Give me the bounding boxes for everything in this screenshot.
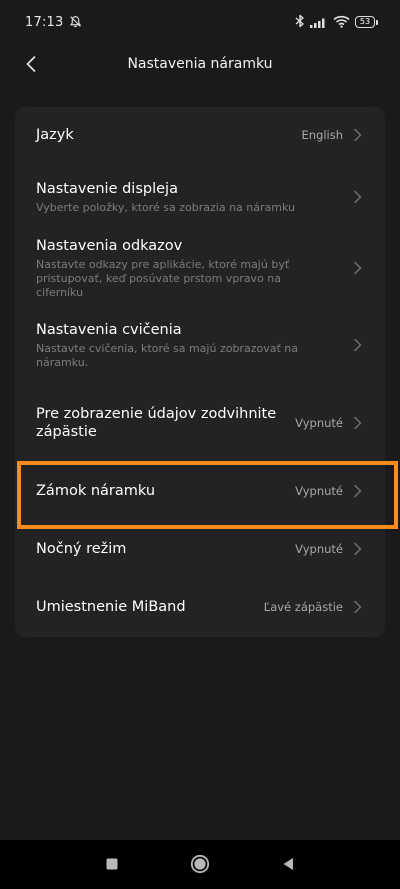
bluetooth-icon: [295, 13, 305, 32]
row-text: Nočný režim: [36, 540, 126, 558]
row-text: Zámok náramku: [36, 482, 155, 500]
row-value: English: [301, 128, 343, 142]
setting-row-night-mode[interactable]: Nočný režim Vypnuté: [15, 521, 385, 577]
row-title: Pre zobrazenie údajov zodvihnite zápästi…: [36, 406, 277, 440]
row-text: Pre zobrazenie údajov zodvihnite zápästi…: [36, 405, 286, 441]
row-subtitle: Nastavte cvičenia, ktoré sa majú zobrazo…: [36, 341, 298, 369]
recents-button[interactable]: [100, 852, 124, 876]
setting-row-lift-wrist[interactable]: Pre zobrazenie údajov zodvihnite zápästi…: [15, 385, 385, 461]
chevron-right-icon: [354, 338, 362, 352]
row-right: [353, 338, 363, 352]
setting-row-band-lock[interactable]: Zámok náramku Vypnuté: [15, 461, 385, 521]
row-text: Jazyk: [36, 126, 74, 144]
row-value: Vypnuté: [295, 416, 343, 430]
row-subtitle: Nastavte odkazy pre aplikácie, ktoré maj…: [36, 257, 290, 299]
bell-off-icon: [69, 13, 82, 32]
triangle-left-icon: [283, 858, 293, 870]
chevron-right-icon: [354, 128, 362, 142]
row-value: Ľavé zápästie: [263, 600, 343, 614]
row-text: Nastavenie displeja Vyberte položky, kto…: [36, 180, 295, 215]
row-title: Jazyk: [36, 127, 74, 143]
row-title: Nastavenie displeja: [36, 180, 178, 197]
battery-level: 53: [355, 16, 375, 28]
page-title: Nastavenia náramku: [127, 56, 273, 72]
row-value: Vypnuté: [295, 484, 343, 498]
row-title: Umiestnenie MiBand: [36, 599, 186, 615]
chevron-right-icon: [354, 542, 362, 556]
circle-icon: [190, 854, 210, 874]
row-right: Vypnuté: [295, 542, 363, 556]
row-text: Nastavenia cvičenia Nastavte cvičenia, k…: [36, 321, 316, 370]
row-right: Ľavé zápästie: [264, 600, 363, 614]
home-button[interactable]: [188, 852, 212, 876]
settings-card: Jazyk English Nastavenie displeja Vybert…: [15, 107, 385, 637]
row-title: Nočný režim: [36, 541, 127, 557]
battery-icon: 53: [355, 16, 378, 28]
status-time: 17:13: [25, 14, 64, 30]
chevron-right-icon: [354, 600, 362, 614]
row-title: Nastavenia cvičenia: [36, 321, 182, 338]
chevron-right-icon: [354, 484, 362, 498]
row-subtitle: Vyberte položky, ktoré sa zobrazia na ná…: [36, 200, 295, 214]
setting-row-language[interactable]: Jazyk English: [15, 107, 385, 163]
status-bar: 17:13 53: [0, 0, 400, 44]
row-right: Vypnuté: [295, 416, 363, 430]
row-text: Nastavenia odkazov Nastavte odkazy pre a…: [36, 237, 316, 300]
row-title: Nastavenia odkazov: [36, 237, 183, 254]
navigation-bar: [0, 840, 400, 889]
setting-row-band-placement[interactable]: Umiestnenie MiBand Ľavé zápästie: [15, 577, 385, 637]
signal-icon: [310, 13, 328, 32]
chevron-right-icon: [354, 416, 362, 430]
setting-row-shortcuts[interactable]: Nastavenia odkazov Nastavte odkazy pre a…: [15, 231, 385, 305]
wifi-icon: [333, 13, 350, 32]
battery-cap: [376, 19, 378, 25]
chevron-right-icon: [354, 261, 362, 275]
status-left: 17:13: [25, 13, 82, 32]
header: Nastavenia náramku: [0, 44, 400, 84]
square-icon: [106, 858, 118, 870]
row-right: [353, 261, 363, 275]
row-title: Zámok náramku: [36, 483, 156, 499]
row-right: [353, 190, 363, 204]
chevron-right-icon: [354, 190, 362, 204]
status-right: 53: [295, 13, 378, 32]
back-nav-button[interactable]: [276, 852, 300, 876]
setting-row-display[interactable]: Nastavenie displeja Vyberte položky, kto…: [15, 163, 385, 231]
row-text: Umiestnenie MiBand: [36, 598, 186, 616]
row-right: Vypnuté: [295, 484, 363, 498]
row-value: Vypnuté: [295, 542, 343, 556]
setting-row-workouts[interactable]: Nastavenia cvičenia Nastavte cvičenia, k…: [15, 305, 385, 385]
row-right: English: [301, 128, 363, 142]
